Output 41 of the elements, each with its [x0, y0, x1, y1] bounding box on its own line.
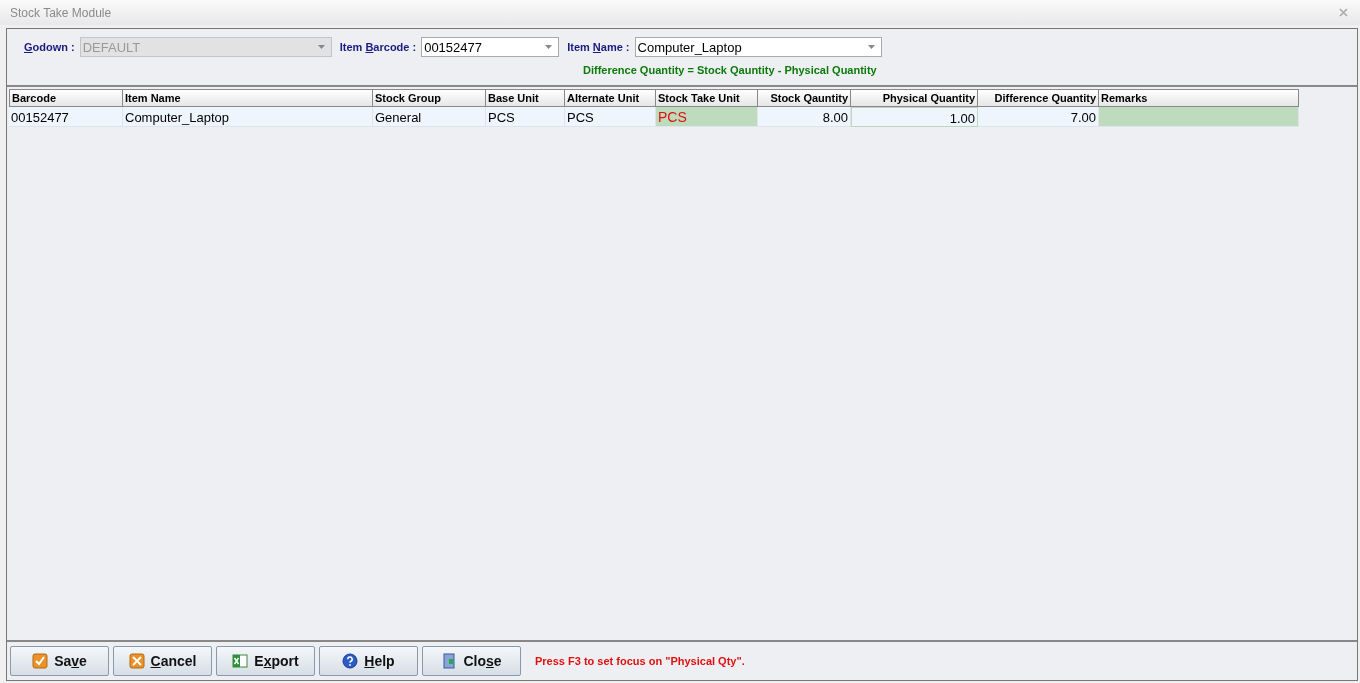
close-icon[interactable]: [1339, 8, 1348, 17]
door-icon: [441, 653, 458, 669]
table-cell: PCS: [486, 107, 565, 127]
toolbar-button[interactable]: Close: [422, 646, 521, 676]
column-header[interactable]: Stock Take Unit: [656, 89, 758, 107]
field-label: Godown :: [24, 41, 75, 53]
dropdown-caret-icon[interactable]: [867, 45, 875, 49]
table-cell: General: [373, 107, 486, 127]
table-cell[interactable]: 1.00: [851, 107, 978, 127]
column-header[interactable]: Stock Qauntity: [758, 89, 851, 107]
toolbar-button[interactable]: Export: [216, 646, 315, 676]
table-cell: 7.00: [978, 107, 1099, 127]
dropdown-caret-icon[interactable]: [317, 45, 325, 49]
column-header[interactable]: Difference Quantity: [978, 89, 1099, 107]
field-label: Item Name :: [567, 41, 630, 53]
help-icon: [342, 653, 359, 669]
column-header[interactable]: Remarks: [1099, 89, 1299, 107]
table-cell: PCS: [656, 107, 758, 127]
spreadsheet-icon: [232, 653, 249, 669]
cross-icon: [128, 653, 145, 669]
table-cell: PCS: [565, 107, 656, 127]
checkmark-icon: [32, 653, 49, 669]
toolbar-button[interactable]: Help: [319, 646, 418, 676]
table-cell: 00152477: [9, 107, 123, 127]
dropdown-caret-icon[interactable]: [545, 45, 553, 49]
table-cell: 8.00: [758, 107, 851, 127]
field-label: Item Barcode :: [339, 41, 417, 53]
toolbar-button[interactable]: Cancel: [113, 646, 212, 676]
column-header[interactable]: Barcode: [9, 89, 123, 107]
toolbar-button[interactable]: Save: [10, 646, 109, 676]
table-cell: Computer_Laptop: [123, 107, 373, 127]
window-title: Stock Take Module: [10, 5, 112, 20]
dropdown-field[interactable]: 00152477: [421, 37, 560, 57]
column-header[interactable]: Physical Quantity: [851, 89, 978, 107]
column-header[interactable]: Base Unit: [486, 89, 565, 107]
hint-text: Press F3 to set focus on "Physical Qty".: [535, 655, 745, 667]
column-header[interactable]: Item Name: [123, 89, 373, 107]
formula-text: Difference Quantity = Stock Qauntity - Physical Quantity: [583, 64, 877, 76]
column-header[interactable]: Alternate Unit: [565, 89, 656, 107]
column-header[interactable]: Stock Group: [373, 89, 486, 107]
dropdown-field[interactable]: Computer_Laptop: [634, 37, 882, 57]
